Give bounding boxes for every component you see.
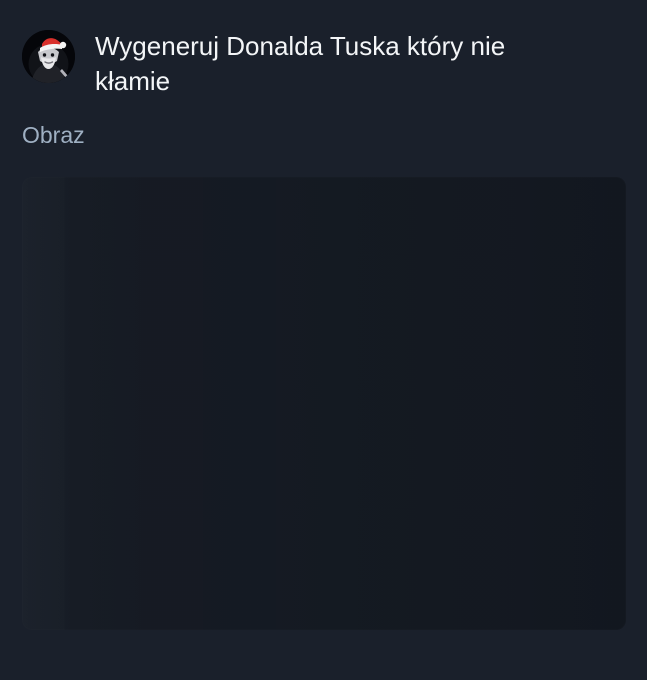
image-label: Obraz [22, 122, 85, 148]
prompt-text: Wygeneruj Donalda Tuska który nie kłamie [95, 31, 506, 96]
avatar[interactable] [22, 30, 75, 83]
avatar-santa-hat-icon [22, 30, 75, 83]
generated-image-post: Wygeneruj Donalda Tuska który nie kłamie… [0, 0, 647, 680]
generated-image-placeholder[interactable] [22, 177, 626, 630]
